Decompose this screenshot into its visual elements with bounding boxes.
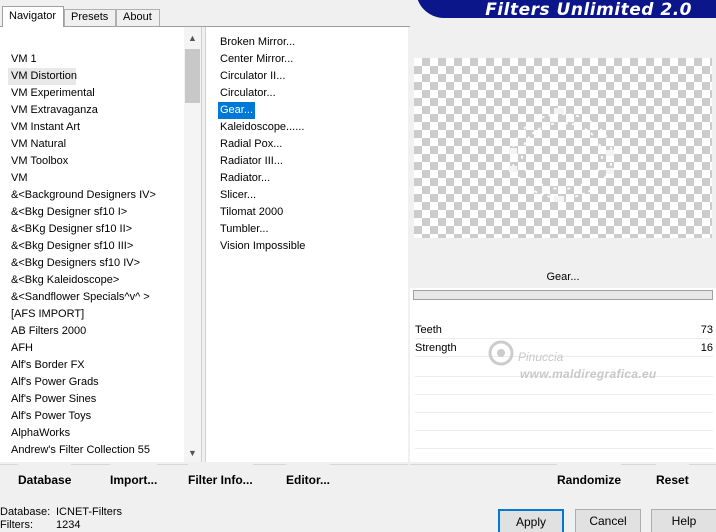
status-database: Database: ICNET-Filters — [0, 506, 200, 519]
category-item[interactable]: &<Bkg Designers sf10 IV> — [0, 255, 184, 272]
status-label: Database: — [0, 506, 51, 518]
app-title: Filters Unlimited 2.0 — [485, 0, 692, 20]
filter-item[interactable]: Tumbler... — [218, 221, 307, 238]
gear-preview-image — [509, 108, 614, 202]
filter-list[interactable]: Broken Mirror... Center Mirror... Circulat… — [218, 34, 307, 255]
apply-button[interactable]: Apply — [498, 509, 564, 532]
filter-item[interactable]: Broken Mirror... — [218, 34, 307, 51]
divider — [415, 412, 713, 413]
divider — [415, 394, 713, 395]
category-item[interactable]: VM 1 — [0, 51, 184, 68]
filter-item[interactable]: Circulator... — [218, 85, 307, 102]
filter-item[interactable]: Radiator... — [218, 170, 307, 187]
cancel-button[interactable]: Cancel — [575, 509, 641, 532]
filter-info-button[interactable]: Filter Info... — [188, 464, 253, 498]
category-item[interactable]: VM Extravaganza — [0, 102, 184, 119]
filter-item[interactable]: Gear... — [218, 102, 256, 119]
category-item[interactable]: VM Experimental — [0, 85, 184, 102]
watermark-logo-icon — [488, 340, 514, 366]
filter-list-panel: Broken Mirror... Center Mirror... Circulat… — [205, 27, 408, 462]
category-item[interactable]: VM Distortion — [8, 68, 77, 85]
filter-item[interactable]: Vision Impossible — [218, 238, 307, 255]
status-value: 1234 — [56, 519, 81, 531]
category-item[interactable]: Alf's Border FX — [0, 357, 184, 374]
tab-presets[interactable]: Presets — [64, 9, 116, 26]
category-item[interactable]: [AFS IMPORT] — [0, 306, 184, 323]
tab-navigator[interactable]: Navigator — [2, 6, 64, 27]
category-item[interactable]: AFH — [0, 340, 184, 357]
category-item[interactable]: &<Bkg Designer sf10 I> — [0, 204, 184, 221]
status-value: ICNET-Filters — [56, 506, 122, 518]
preview-area — [414, 58, 712, 238]
app-banner: Filters Unlimited 2.0 — [410, 0, 716, 20]
tab-bar: Navigator Presets About — [0, 0, 410, 27]
progress-bar — [413, 290, 713, 300]
divider — [415, 430, 713, 431]
category-item[interactable]: Alf's Power Toys — [0, 408, 184, 425]
category-item[interactable]: Alf's Power Grads — [0, 374, 184, 391]
status-label: Filters: — [0, 519, 33, 531]
category-item[interactable]: &<Background Designers IV> — [0, 187, 184, 204]
scroll-up-icon[interactable]: ▲ — [184, 31, 201, 45]
tab-about[interactable]: About — [116, 9, 160, 26]
scroll-thumb[interactable] — [185, 49, 200, 103]
filter-item[interactable]: Slicer... — [218, 187, 307, 204]
category-item[interactable]: &<Bkg Kaleidoscope> — [0, 272, 184, 289]
category-item[interactable]: &<Bkg Designer sf10 III> — [0, 238, 184, 255]
category-item[interactable]: VM Toolbox — [0, 153, 184, 170]
category-list[interactable]: VM 1 VM Distortion VM Experimental VM Extra… — [0, 51, 184, 459]
param-label: Teeth — [415, 324, 442, 336]
filter-item[interactable]: Kaleidoscope...... — [218, 119, 307, 136]
param-value[interactable]: 16 — [701, 340, 713, 357]
help-button[interactable]: Help — [651, 509, 716, 532]
category-item[interactable]: Alf's Power Sines — [0, 391, 184, 408]
category-item[interactable]: VM — [0, 170, 184, 187]
category-list-panel: VM 1 VM Distortion VM Experimental VM Extra… — [0, 27, 202, 462]
randomize-button[interactable]: Randomize — [557, 464, 622, 498]
database-button[interactable]: Database — [18, 464, 72, 498]
filter-item[interactable]: Circulator II... — [218, 68, 307, 85]
divider — [415, 448, 713, 449]
import-button[interactable]: Import... — [110, 464, 158, 498]
filter-item[interactable]: Radiator III... — [218, 153, 307, 170]
filter-item[interactable]: Tilomat 2000 — [218, 204, 307, 221]
param-label: Strength — [415, 342, 457, 354]
scroll-down-icon[interactable]: ▼ — [184, 446, 201, 460]
category-item[interactable]: AB Filters 2000 — [0, 323, 184, 340]
reset-button[interactable]: Reset — [656, 464, 689, 498]
watermark: Pinuccia www.maldiregrafica.eu — [484, 326, 694, 386]
category-item[interactable]: &<BKg Designer sf10 II> — [0, 221, 184, 238]
selected-filter-name: Gear... — [410, 266, 716, 288]
watermark-name: Pinuccia — [518, 350, 564, 364]
watermark-url: www.maldiregrafica.eu — [520, 367, 657, 381]
editor-button[interactable]: Editor... — [286, 464, 331, 498]
category-item[interactable]: VM Instant Art — [0, 119, 184, 136]
param-value[interactable]: 73 — [701, 322, 713, 339]
category-item[interactable]: &<Sandflower Specials^v^ > — [0, 289, 184, 306]
category-item[interactable]: Andrew's Filter Collection 55 — [0, 442, 184, 459]
filter-item[interactable]: Center Mirror... — [218, 51, 307, 68]
status-filters: Filters: 1234 — [0, 519, 200, 532]
category-item[interactable]: VM Natural — [0, 136, 184, 153]
filter-item[interactable]: Radial Pox... — [218, 136, 307, 153]
status-area: Database: ICNET-Filters Filters: 1234 — [0, 506, 200, 532]
category-scrollbar[interactable]: ▲ ▼ — [184, 27, 201, 462]
category-item[interactable]: AlphaWorks — [0, 425, 184, 442]
